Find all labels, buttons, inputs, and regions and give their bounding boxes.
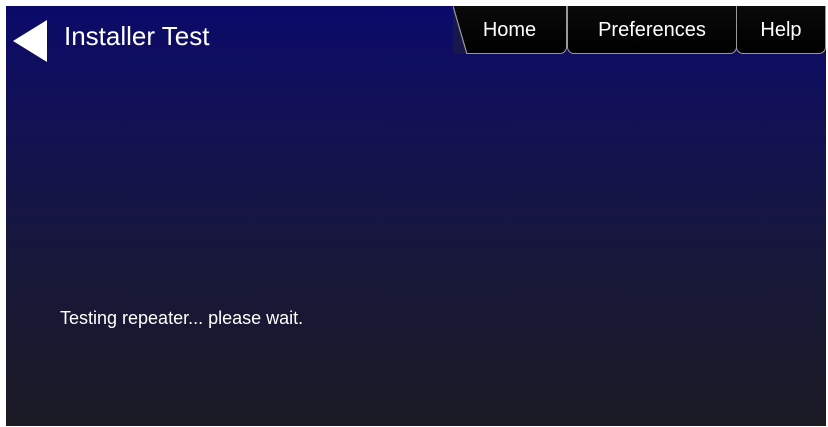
tab-preferences[interactable]: Preferences — [567, 6, 737, 54]
page-title: Installer Test — [64, 21, 210, 51]
tab-home[interactable]: Home — [453, 6, 567, 54]
status-message: Testing repeater... please wait. — [60, 308, 304, 328]
app-screen: Installer Test Home Preferences Help Tes… — [6, 6, 826, 426]
tab-help[interactable]: Help — [736, 6, 826, 54]
back-arrow-icon[interactable] — [13, 20, 49, 62]
